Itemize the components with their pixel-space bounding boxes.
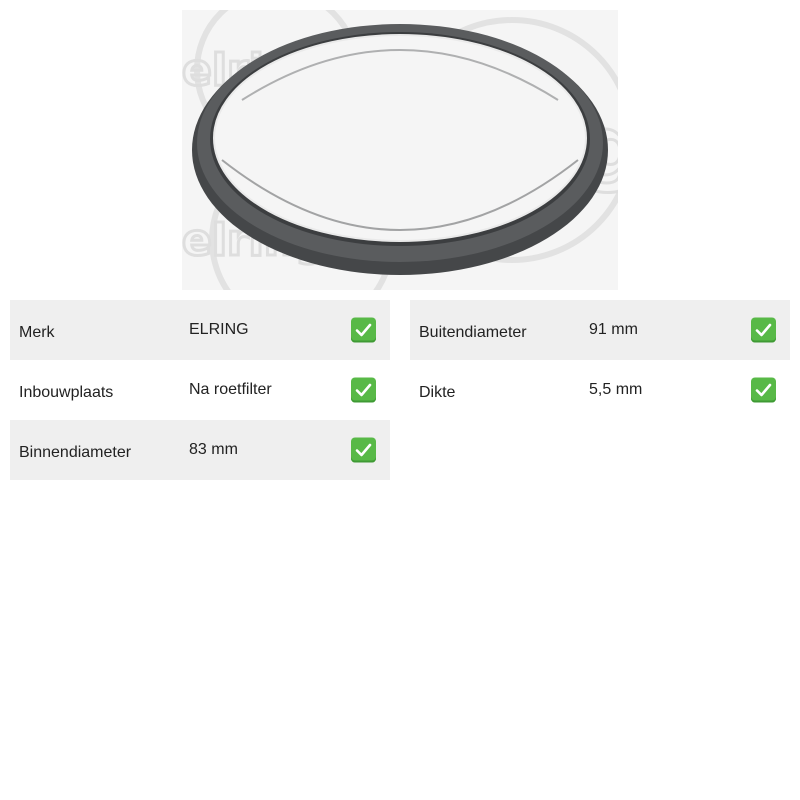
check-mark-icon (751, 377, 776, 403)
spec-row-dikte: Dikte 5,5 mm (410, 360, 790, 420)
spec-value: 83 mm (189, 441, 238, 458)
spec-label: Inbouwplaats (19, 384, 114, 402)
spec-label: Binnendiameter (19, 444, 132, 462)
check-mark-icon (351, 317, 376, 343)
gasket-ring (192, 24, 608, 275)
spec-row-binnendiameter: Binnendiameter 83 mm (10, 420, 390, 480)
check-mark-icon (351, 377, 376, 403)
gasket-ring-illustration: elring elring elring elring (182, 10, 618, 290)
check-mark-icon (751, 317, 776, 343)
spec-label: Buitendiameter (419, 324, 527, 342)
spec-row-merk: Merk ELRING (10, 300, 390, 360)
spec-label: Merk (19, 324, 55, 342)
spec-value: ELRING (189, 321, 249, 338)
check-mark-icon (351, 437, 376, 463)
spec-label: Dikte (419, 384, 456, 402)
spec-row-inbouwplaats: Inbouwplaats Na roetfilter (10, 360, 390, 420)
spec-table-right: Buitendiameter 91 mm Dikte 5,5 mm (410, 300, 790, 420)
spec-value: 91 mm (589, 321, 638, 338)
spec-value: Na roetfilter (189, 381, 272, 398)
spec-value: 5,5 mm (589, 381, 643, 398)
product-image: elring elring elring elring (182, 10, 618, 290)
spec-table-left: Merk ELRING Inbouwplaats Na roetfilter B… (10, 300, 390, 480)
spec-row-buitendiameter: Buitendiameter 91 mm (410, 300, 790, 360)
